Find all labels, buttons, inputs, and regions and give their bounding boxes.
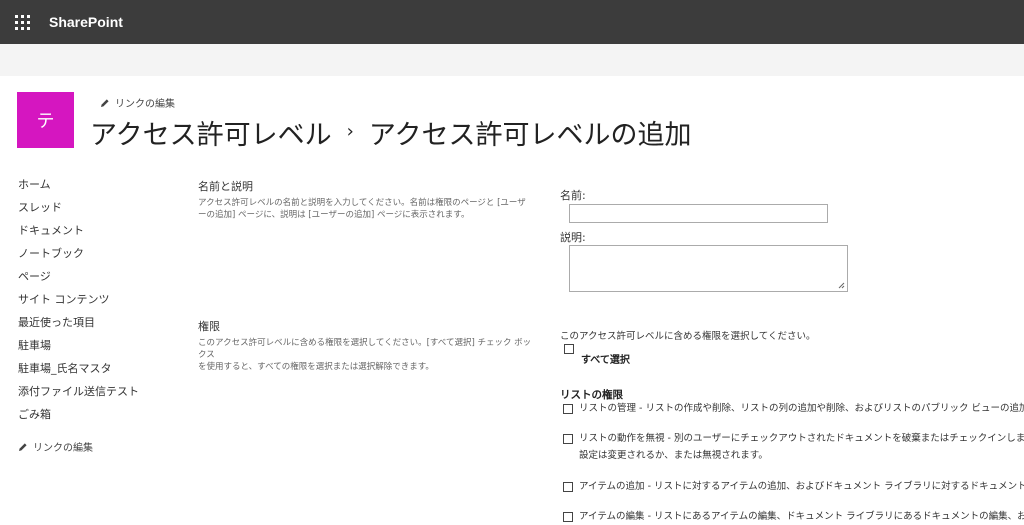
site-logo-letter: テ <box>36 111 55 132</box>
page-title: アクセス許可レベル › アクセス許可レベルの追加 <box>90 112 692 152</box>
permission-description: 別のユーザーにチェックアウトされたドキュメントを破棄またはチェックインします。 <box>673 433 1024 444</box>
nav-item-parking[interactable]: 駐車場 <box>18 338 139 361</box>
permission-name: リストの動作を無視 <box>579 433 665 444</box>
permission-item-label: アイテムの追加 - リストに対するアイテムの追加、およびドキュメント ライブラリ… <box>579 479 1024 495</box>
app-launcher-button[interactable] <box>0 0 44 44</box>
permission-item-label: リストの管理 - リストの作成や削除、リストの列の追加や削除、およびリストのパブ… <box>579 401 1024 417</box>
permission-separator: - <box>664 433 674 444</box>
nav-item-parking-name-master[interactable]: 駐車場_氏名マスタ <box>18 361 139 384</box>
edit-side-links-button[interactable]: リンクの編集 <box>18 439 93 454</box>
permissions-section-title: 権限 <box>198 320 220 333</box>
permission-description: リストにあるアイテムの編集、ドキュメント ライブラリにあるドキュメントの編集、お… <box>654 511 1024 522</box>
list-permissions-heading: リストの権限 <box>560 389 623 401</box>
permission-checkbox[interactable] <box>563 482 573 492</box>
permission-checkbox[interactable] <box>563 434 573 444</box>
command-bar <box>0 44 1024 76</box>
permission-name: アイテムの編集 <box>579 511 645 522</box>
permissions-intro: このアクセス許可レベルに含める権限を選択してください。 <box>560 331 816 342</box>
description-textarea[interactable] <box>569 245 848 292</box>
permission-description: リストに対するアイテムの追加、およびドキュメント ライブラリに対するドキュメント… <box>654 481 1024 492</box>
breadcrumb-current: アクセス許可レベルの追加 <box>368 119 692 151</box>
name-section-description-line: アクセス許可レベルの名前と説明を入力してください。名前は権限のページと [ユーザ <box>198 198 526 208</box>
permissions-section-description-line: このアクセス許可レベルに含める権限を選択してください。[すべて選択] チェック … <box>198 338 532 360</box>
permission-name: リストの管理 <box>579 403 637 414</box>
pencil-icon <box>19 442 27 451</box>
permission-checkbox[interactable] <box>563 404 573 414</box>
breadcrumb-parent-link[interactable]: アクセス許可レベル <box>90 113 332 152</box>
nav-item-pages[interactable]: ページ <box>18 269 139 292</box>
nav-item-site-contents[interactable]: サイト コンテンツ <box>18 292 139 315</box>
permission-item-label: リストの動作を無視 - 別のユーザーにチェックアウトされたドキュメントを破棄また… <box>579 431 1024 447</box>
name-input[interactable] <box>569 204 828 223</box>
nav-item-notebook[interactable]: ノートブック <box>18 246 139 269</box>
nav-item-attachment-test[interactable]: 添付ファイル送信テスト <box>18 384 139 407</box>
permission-name: アイテムの追加 <box>579 481 645 492</box>
permission-checkbox[interactable] <box>563 512 573 522</box>
site-logo[interactable]: テ <box>17 92 74 148</box>
name-section-description: アクセス許可レベルの名前と説明を入力してください。名前は権限のページと [ユーザ… <box>198 197 538 221</box>
permissions-section-description-line: を使用すると、すべての権限を選択または選択解除できます。 <box>198 362 434 372</box>
permission-separator: - <box>644 511 655 522</box>
edit-links-label: リンクの編集 <box>33 443 93 454</box>
permission-description: リストの作成や削除、リストの列の追加や削除、およびリストのパブリック ビューの追… <box>645 403 1024 414</box>
edit-top-links-button[interactable]: リンクの編集 <box>100 95 175 110</box>
permission-description-continued: 設定は変更されるか、または無視されます。 <box>579 450 768 461</box>
nav-item-recycle-bin[interactable]: ごみ箱 <box>18 407 139 430</box>
edit-links-label: リンクの編集 <box>115 99 175 110</box>
nav-item-home[interactable]: ホーム <box>18 177 139 200</box>
name-section-title: 名前と説明 <box>198 180 253 193</box>
nav-item-threads[interactable]: スレッド <box>18 200 139 223</box>
quick-launch: ホーム スレッド ドキュメント ノートブック ページ サイト コンテンツ 最近使… <box>18 177 139 430</box>
select-all-checkbox[interactable] <box>564 344 574 354</box>
permissions-section-description: このアクセス許可レベルに含める権限を選択してください。[すべて選択] チェック … <box>198 337 538 373</box>
waffle-icon <box>14 14 30 30</box>
resize-grip-icon[interactable] <box>838 282 845 289</box>
nav-item-recent[interactable]: 最近使った項目 <box>18 315 139 338</box>
description-field-label: 説明: <box>560 231 586 244</box>
suite-bar: SharePoint <box>0 0 1024 44</box>
sharepoint-brand-link[interactable]: SharePoint <box>49 13 123 31</box>
name-section-description-line: ーの追加] ページに、説明は [ユーザーの追加] ページに表示されます。 <box>198 210 470 220</box>
pencil-icon <box>101 98 109 107</box>
nav-item-documents[interactable]: ドキュメント <box>18 223 139 246</box>
name-field-label: 名前: <box>560 189 586 202</box>
select-all-label: すべて選択 <box>581 355 630 366</box>
breadcrumb-separator: › <box>346 121 354 142</box>
permission-separator: - <box>644 481 655 492</box>
permission-item-label: アイテムの編集 - リストにあるアイテムの編集、ドキュメント ライブラリにあるド… <box>579 509 1024 525</box>
